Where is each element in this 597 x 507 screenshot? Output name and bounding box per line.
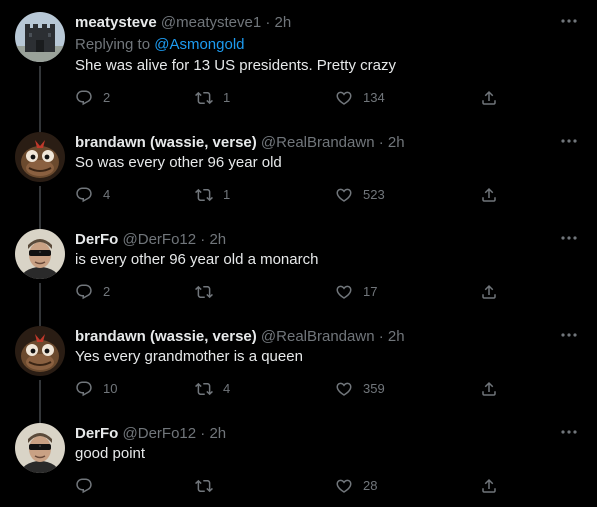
- tweet-header: brandawn (wassie, verse) @RealBrandawn ·…: [75, 134, 557, 152]
- tweet-text: is every other 96 year old a monarch: [75, 251, 319, 268]
- tweet-header: meatysteve @meatysteve1 · 2h: [75, 14, 557, 32]
- more-options-icon[interactable]: [559, 425, 579, 439]
- tweet-text: She was alive for 13 US presidents. Pret…: [75, 57, 396, 74]
- mention-link[interactable]: @Asmongold: [154, 36, 244, 53]
- tweet[interactable]: DerFo @DerFo12 · 2h is every other 96 ye…: [0, 194, 597, 291]
- separator: ·: [378, 134, 384, 151]
- timestamp[interactable]: 2h: [209, 231, 226, 248]
- user-handle[interactable]: @DerFo12: [123, 425, 197, 442]
- wassie-avatar[interactable]: [15, 132, 65, 182]
- separator: ·: [378, 328, 384, 345]
- user-handle[interactable]: @DerFo12: [123, 231, 197, 248]
- tweet-header: DerFo @DerFo12 · 2h: [75, 425, 557, 443]
- reply-icon: [75, 477, 93, 495]
- thread-connector-line: [39, 291, 41, 326]
- separator: ·: [200, 231, 206, 248]
- tweet[interactable]: brandawn (wassie, verse) @RealBrandawn ·…: [0, 97, 597, 194]
- like-count: 28: [363, 478, 378, 493]
- display-name[interactable]: brandawn (wassie, verse): [75, 328, 257, 345]
- like-button[interactable]: 28: [335, 476, 377, 496]
- display-name[interactable]: meatysteve: [75, 14, 157, 31]
- castle-avatar[interactable]: [15, 12, 65, 62]
- more-options-icon[interactable]: [559, 328, 579, 342]
- replying-to: Replying to @Asmongold: [75, 36, 245, 54]
- user-handle[interactable]: @RealBrandawn: [261, 134, 375, 151]
- tweet-text: Yes every grandmother is a queen: [75, 348, 303, 365]
- reply-thread: meatysteve @meatysteve1 · 2h Replying to…: [0, 0, 597, 507]
- separator: ·: [200, 425, 206, 442]
- reply-button[interactable]: [75, 476, 103, 496]
- thread-connector-line: [39, 388, 41, 423]
- replying-to-prefix: Replying to: [75, 36, 155, 53]
- thread-connector-line: [39, 194, 41, 229]
- thread-connector-line: [39, 186, 41, 194]
- retweet-button[interactable]: [195, 476, 223, 496]
- timestamp[interactable]: 2h: [388, 134, 405, 151]
- user-handle[interactable]: @RealBrandawn: [261, 328, 375, 345]
- share-icon: [480, 477, 498, 495]
- heart-icon: [335, 477, 353, 495]
- wassie-avatar[interactable]: [15, 326, 65, 376]
- tweet-text: good point: [75, 445, 146, 462]
- display-name[interactable]: DerFo: [75, 425, 118, 442]
- tweet[interactable]: meatysteve @meatysteve1 · 2h Replying to…: [0, 0, 597, 97]
- timestamp[interactable]: 2h: [275, 14, 292, 31]
- sunglasses-person-avatar[interactable]: [15, 423, 65, 473]
- retweet-icon: [195, 477, 213, 495]
- tweet-header: brandawn (wassie, verse) @RealBrandawn ·…: [75, 328, 557, 346]
- thread-connector-line: [39, 97, 41, 132]
- tweet[interactable]: brandawn (wassie, verse) @RealBrandawn ·…: [0, 291, 597, 388]
- more-options-icon[interactable]: [559, 14, 579, 28]
- thread-connector-line: [39, 380, 41, 388]
- thread-connector-line: [39, 283, 41, 291]
- separator: ·: [265, 14, 271, 31]
- share-button[interactable]: [480, 476, 498, 496]
- display-name[interactable]: brandawn (wassie, verse): [75, 134, 257, 151]
- more-options-icon[interactable]: [559, 231, 579, 245]
- timestamp[interactable]: 2h: [209, 425, 226, 442]
- user-handle[interactable]: @meatysteve1: [161, 14, 261, 31]
- thread-connector-line: [39, 66, 41, 97]
- sunglasses-person-avatar[interactable]: [15, 229, 65, 279]
- tweet-text: So was every other 96 year old: [75, 154, 282, 171]
- timestamp[interactable]: 2h: [388, 328, 405, 345]
- more-options-icon[interactable]: [559, 134, 579, 148]
- action-bar: 28: [75, 476, 505, 496]
- display-name[interactable]: DerFo: [75, 231, 118, 248]
- tweet[interactable]: DerFo @DerFo12 · 2h good point 28: [0, 388, 597, 507]
- tweet-header: DerFo @DerFo12 · 2h: [75, 231, 557, 249]
